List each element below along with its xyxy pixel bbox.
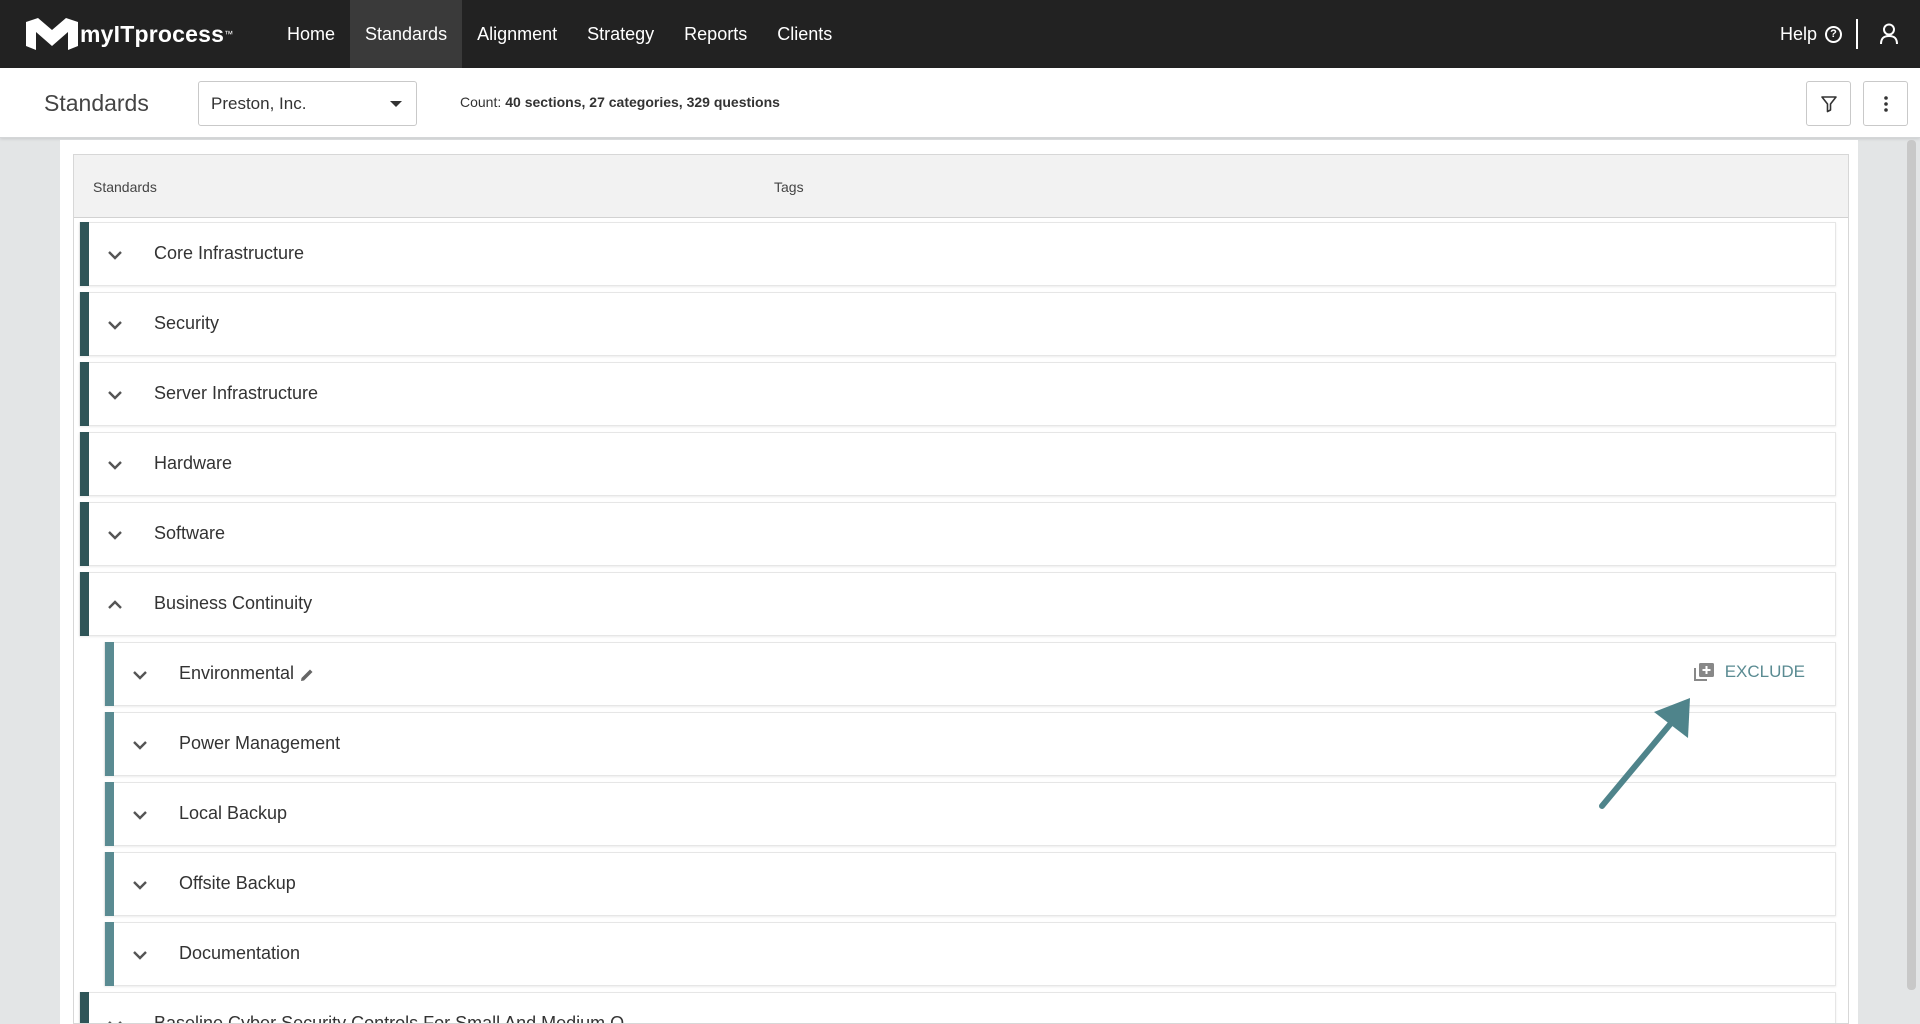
caret-down-icon: [390, 101, 402, 107]
row-accent-bar: [80, 292, 89, 356]
chevron-down-icon[interactable]: [107, 530, 123, 540]
chevron-down-icon[interactable]: [132, 670, 148, 680]
row-accent-bar: [105, 712, 114, 776]
row-label: Software: [154, 523, 226, 543]
section-row[interactable]: Hardware: [79, 432, 1836, 496]
logo-mark-icon: [24, 16, 80, 52]
section-row[interactable]: Software: [79, 502, 1836, 566]
row-accent-bar: [80, 432, 89, 496]
row-accent-bar: [105, 852, 114, 916]
category-row[interactable]: Power Management: [104, 712, 1836, 776]
category-row[interactable]: Environmental EXCLUDE: [104, 642, 1836, 706]
standards-table: Standards Tags Core Infrastructure Securi…: [73, 154, 1849, 1024]
table-body: Core Infrastructure Security Server Infras…: [74, 218, 1848, 1024]
exclude-label: EXCLUDE: [1724, 662, 1805, 681]
client-select[interactable]: Preston, Inc.: [198, 81, 417, 126]
row-accent-bar: [80, 222, 89, 286]
nav-clients[interactable]: Clients: [762, 0, 847, 68]
chevron-down-icon[interactable]: [132, 880, 148, 890]
help-label: Help: [1779, 23, 1817, 44]
section-row[interactable]: Core Infrastructure: [79, 222, 1836, 286]
page-scrollbar[interactable]: [1907, 140, 1916, 990]
column-header-standards[interactable]: Standards: [93, 179, 157, 195]
row-label: Hardware: [154, 453, 233, 473]
category-row[interactable]: Local Backup: [104, 782, 1836, 846]
sub-header: Standards Preston, Inc. Count: 40 section…: [0, 68, 1920, 138]
top-nav-bar: myITprocess ™ Home Standards Alignment S…: [0, 0, 1920, 68]
row-accent-bar: [80, 502, 89, 566]
row-label: Environmental: [179, 663, 295, 683]
row-accent-bar: [105, 922, 114, 986]
section-row[interactable]: Security: [79, 292, 1836, 356]
chevron-down-icon[interactable]: [132, 740, 148, 750]
user-icon[interactable]: [1858, 0, 1920, 68]
client-select-value: Preston, Inc.: [211, 93, 307, 113]
main-nav: Home Standards Alignment Strategy Report…: [272, 0, 847, 68]
more-options-button[interactable]: [1863, 81, 1908, 126]
count-summary: Count: 40 sections, 27 categories, 329 qu…: [460, 94, 780, 110]
row-label: Core Infrastructure: [154, 243, 305, 263]
section-row[interactable]: Business Continuity: [79, 572, 1836, 636]
standards-panel: Standards Tags Core Infrastructure Securi…: [60, 140, 1858, 1024]
row-accent-bar: [80, 362, 89, 426]
logo-text: myITprocess: [80, 20, 225, 47]
row-label: Business Continuity: [154, 593, 313, 613]
row-label: Security: [154, 313, 220, 333]
chevron-down-icon[interactable]: [132, 950, 148, 960]
nav-standards[interactable]: Standards: [350, 0, 463, 68]
count-value: 40 sections, 27 categories, 329 question…: [505, 94, 780, 110]
filter-icon: [1820, 95, 1837, 112]
logo-trademark: ™: [224, 29, 234, 39]
chevron-up-icon[interactable]: [107, 600, 123, 610]
row-accent-bar: [80, 572, 89, 636]
section-row[interactable]: Server Infrastructure: [79, 362, 1836, 426]
nav-right-group: Help ?: [1780, 0, 1920, 68]
row-accent-bar: [105, 642, 114, 706]
chevron-down-icon[interactable]: [107, 390, 123, 400]
app-logo[interactable]: myITprocess ™: [24, 0, 233, 68]
add-box-icon: [1693, 663, 1714, 681]
row-accent-bar: [80, 992, 89, 1023]
help-circle-icon: ?: [1825, 25, 1842, 43]
table-header: Standards Tags: [74, 155, 1848, 218]
help-button[interactable]: Help ?: [1780, 24, 1856, 45]
nav-alignment[interactable]: Alignment: [462, 0, 572, 68]
chevron-down-icon[interactable]: [107, 250, 123, 260]
chevron-down-icon[interactable]: [107, 1020, 123, 1024]
section-row[interactable]: Baseline Cyber Security Controls For Sma…: [79, 992, 1836, 1024]
more-vertical-icon: [1883, 95, 1888, 112]
exclude-button[interactable]: EXCLUDE: [1693, 662, 1805, 682]
chevron-down-icon[interactable]: [107, 460, 123, 470]
count-label: Count:: [460, 94, 502, 110]
row-accent-bar: [105, 782, 114, 846]
row-label: Local Backup: [179, 803, 288, 823]
row-label: Server Infrastructure: [154, 383, 319, 403]
chevron-down-icon[interactable]: [107, 320, 123, 330]
nav-home[interactable]: Home: [272, 0, 350, 68]
row-label: Power Management: [179, 733, 341, 753]
row-label: Documentation: [179, 943, 301, 963]
row-label: Baseline Cyber Security Controls For Sma…: [154, 1013, 640, 1024]
pencil-icon[interactable]: [299, 667, 315, 683]
category-row[interactable]: Offsite Backup: [104, 852, 1836, 916]
category-row[interactable]: Documentation: [104, 922, 1836, 986]
page-title: Standards: [44, 90, 149, 116]
chevron-down-icon[interactable]: [132, 810, 148, 820]
row-label: Offsite Backup: [179, 873, 296, 893]
nav-reports[interactable]: Reports: [669, 0, 762, 68]
filter-button[interactable]: [1806, 81, 1851, 126]
column-header-tags[interactable]: Tags: [774, 179, 804, 195]
nav-strategy[interactable]: Strategy: [572, 0, 669, 68]
